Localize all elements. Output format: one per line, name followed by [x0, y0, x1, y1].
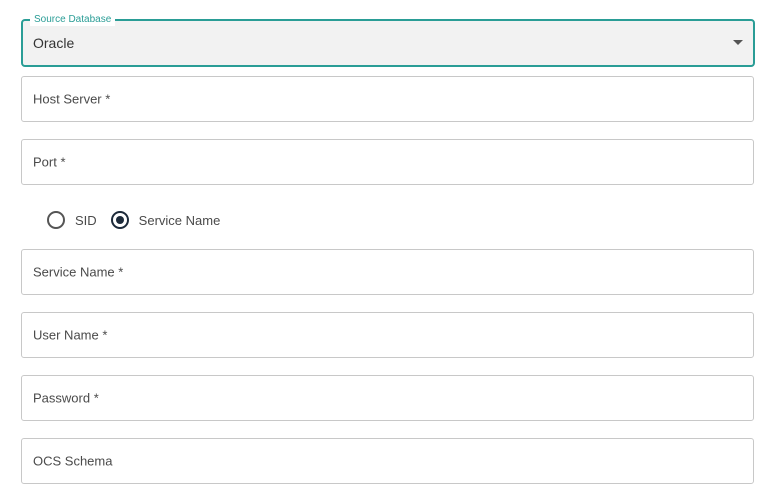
- port-field[interactable]: Port *: [21, 139, 754, 185]
- connection-type-radio-group: SID Service Name: [47, 209, 234, 231]
- source-database-value: Oracle: [33, 35, 75, 51]
- host-server-field[interactable]: Host Server *: [21, 76, 754, 122]
- port-input[interactable]: [22, 140, 753, 184]
- user-name-field[interactable]: User Name *: [21, 312, 754, 358]
- source-database-legend: Source Database: [30, 13, 116, 26]
- host-server-input[interactable]: [22, 77, 753, 121]
- sid-radio-button[interactable]: [47, 211, 65, 229]
- database-connection-form: Source Database Oracle Host Server * Por…: [0, 0, 780, 495]
- ocs-schema-input[interactable]: [22, 439, 753, 483]
- user-name-input[interactable]: [22, 313, 753, 357]
- service-name-radio-button[interactable]: [110, 211, 129, 229]
- chevron-down-icon[interactable]: [733, 40, 743, 45]
- sid-radio-label[interactable]: SID: [75, 213, 97, 228]
- service-name-radio-label[interactable]: Service Name: [139, 213, 221, 228]
- service-name-field[interactable]: Service Name *: [21, 249, 754, 295]
- radio-option-sid[interactable]: SID: [47, 211, 97, 229]
- service-name-input[interactable]: [22, 250, 753, 294]
- radio-option-service-name[interactable]: Service Name: [110, 211, 221, 229]
- password-field[interactable]: Password *: [21, 375, 754, 421]
- source-database-select[interactable]: Source Database Oracle: [21, 13, 755, 67]
- ocs-schema-field[interactable]: OCS Schema: [21, 438, 754, 484]
- password-input[interactable]: [22, 376, 753, 420]
